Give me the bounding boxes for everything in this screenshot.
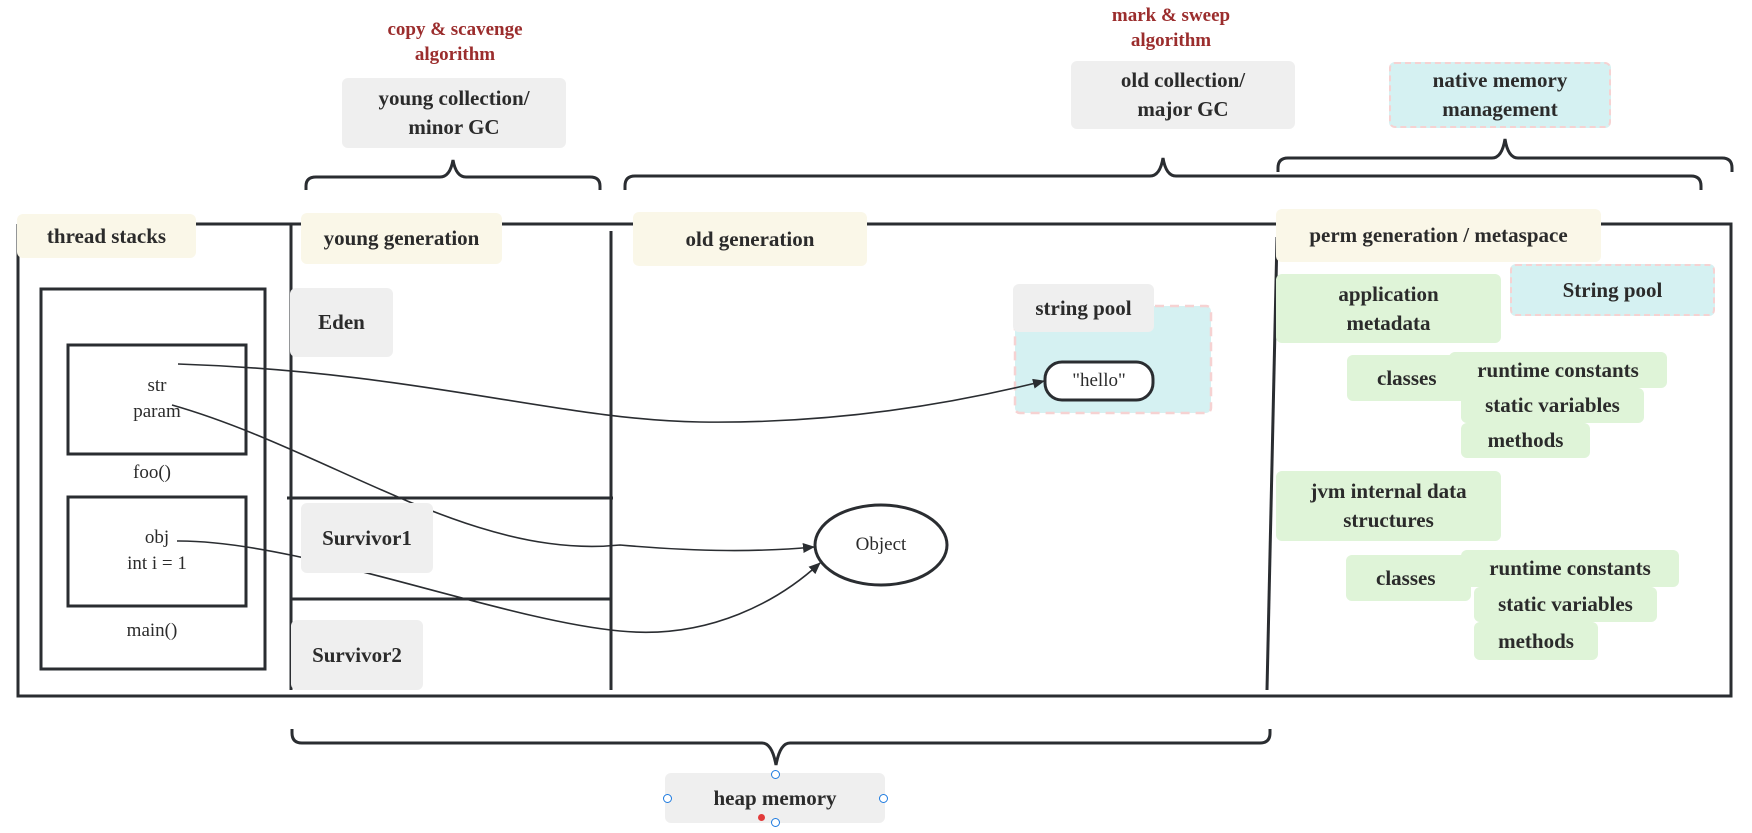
methods-node-1[interactable]: methods: [1461, 423, 1590, 458]
main-frame-label: main(): [126, 620, 178, 641]
runtime-constants-node-2[interactable]: runtime constants: [1461, 550, 1679, 587]
selection-handle-top[interactable]: [771, 770, 780, 779]
classes-node-2[interactable]: classes: [1346, 555, 1471, 601]
main-frame-vars: obj int i = 1: [107, 525, 207, 577]
obj-reference-arrow: [176, 540, 821, 633]
static-variables-node-1[interactable]: static variables: [1461, 388, 1644, 423]
methods-node-2[interactable]: methods: [1474, 622, 1598, 660]
old-collection-brace: [623, 157, 1703, 190]
eden-node[interactable]: Eden: [290, 288, 393, 357]
selection-handle-right[interactable]: [879, 794, 888, 803]
perm-generation-label[interactable]: perm generation / metaspace: [1276, 209, 1601, 262]
selection-handle-left[interactable]: [663, 794, 672, 803]
thread-stacks-label[interactable]: thread stacks: [17, 214, 196, 258]
str-reference-arrow: [177, 363, 1045, 423]
param-reference-arrow: [171, 404, 815, 553]
var-param: param: [133, 401, 181, 422]
survivor2-node[interactable]: Survivor2: [291, 620, 423, 690]
selection-handle-bottom[interactable]: [771, 818, 780, 827]
hello-node[interactable]: "hello": [1045, 368, 1153, 394]
heap-memory-brace: [290, 729, 1272, 766]
jvm-internal-data-node[interactable]: jvm internal data structures: [1276, 471, 1501, 541]
perm-string-pool-node[interactable]: String pool: [1510, 264, 1715, 316]
application-metadata-node[interactable]: application metadata: [1276, 274, 1501, 343]
young-collection-brace: [304, 159, 602, 190]
heap-memory-node[interactable]: heap memory: [665, 773, 885, 823]
static-variables-node-2[interactable]: static variables: [1474, 587, 1657, 622]
var-int-i: int i = 1: [127, 553, 187, 574]
survivor1-node[interactable]: Survivor1: [301, 503, 433, 573]
runtime-constants-node-1[interactable]: runtime constants: [1449, 352, 1667, 388]
young-collection-node[interactable]: young collection/ minor GC: [342, 78, 566, 148]
string-pool-label[interactable]: string pool: [1013, 284, 1154, 332]
var-obj: obj: [144, 527, 170, 548]
object-node[interactable]: Object: [815, 532, 947, 558]
old-algorithm-annotation: mark & sweep algorithm: [1111, 5, 1231, 51]
native-memory-node[interactable]: native memory management: [1389, 62, 1611, 128]
young-algorithm-annotation: copy & scavenge algorithm: [387, 19, 523, 65]
foo-frame-vars: str param: [107, 373, 207, 425]
young-generation-label[interactable]: young generation: [301, 213, 502, 264]
foo-frame-label: foo(): [133, 462, 171, 483]
connection-point-dot[interactable]: [758, 814, 765, 821]
native-memory-brace: [1276, 138, 1734, 172]
var-str: str: [147, 375, 167, 396]
old-generation-label[interactable]: old generation: [633, 212, 867, 266]
old-collection-node[interactable]: old collection/ major GC: [1071, 61, 1295, 129]
